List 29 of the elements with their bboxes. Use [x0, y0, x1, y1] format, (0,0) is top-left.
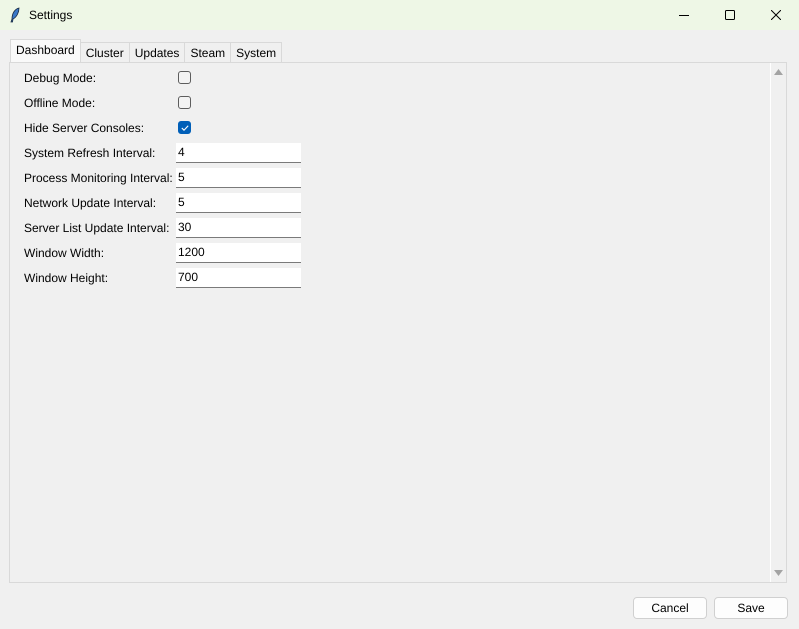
minimize-icon: [679, 14, 689, 16]
dialog-button[interactable]: Cancel: [633, 597, 707, 619]
setting-label: Network Update Interval:: [24, 194, 158, 212]
input-field[interactable]: 1200: [176, 242, 301, 262]
setting-label: Process Monitoring Interval:: [24, 170, 174, 186]
setting-label: Offline Mode:: [24, 94, 96, 112]
setting-label: System Refresh Interval:: [24, 144, 156, 162]
tab[interactable]: System: [230, 42, 282, 62]
setting-label: Server List Update Interval:: [24, 220, 170, 236]
input-field[interactable]: 5: [176, 168, 301, 188]
setting-label: Hide Server Consoles:: [24, 120, 146, 136]
setting-label: Window Width:: [24, 244, 106, 262]
tab[interactable]: Updates: [128, 42, 186, 62]
maximize-icon: [725, 10, 735, 20]
input-field[interactable]: 700: [176, 268, 301, 288]
checkbox[interactable]: [178, 121, 191, 134]
feather-icon: [10, 7, 20, 23]
setting-label: Debug Mode:: [24, 70, 98, 86]
dialog-button[interactable]: Save: [714, 597, 788, 619]
input-field[interactable]: 30: [176, 218, 301, 238]
window-title: Settings: [29, 7, 72, 24]
checkmark-icon: [180, 124, 188, 130]
setting-label: Window Height:: [24, 270, 110, 286]
tab[interactable]: Dashboard: [10, 39, 81, 62]
close-icon: [771, 10, 781, 20]
checkbox[interactable]: [178, 96, 191, 109]
checkbox[interactable]: [178, 71, 191, 84]
input-field[interactable]: 4: [176, 142, 301, 162]
input-field[interactable]: 5: [176, 192, 301, 212]
